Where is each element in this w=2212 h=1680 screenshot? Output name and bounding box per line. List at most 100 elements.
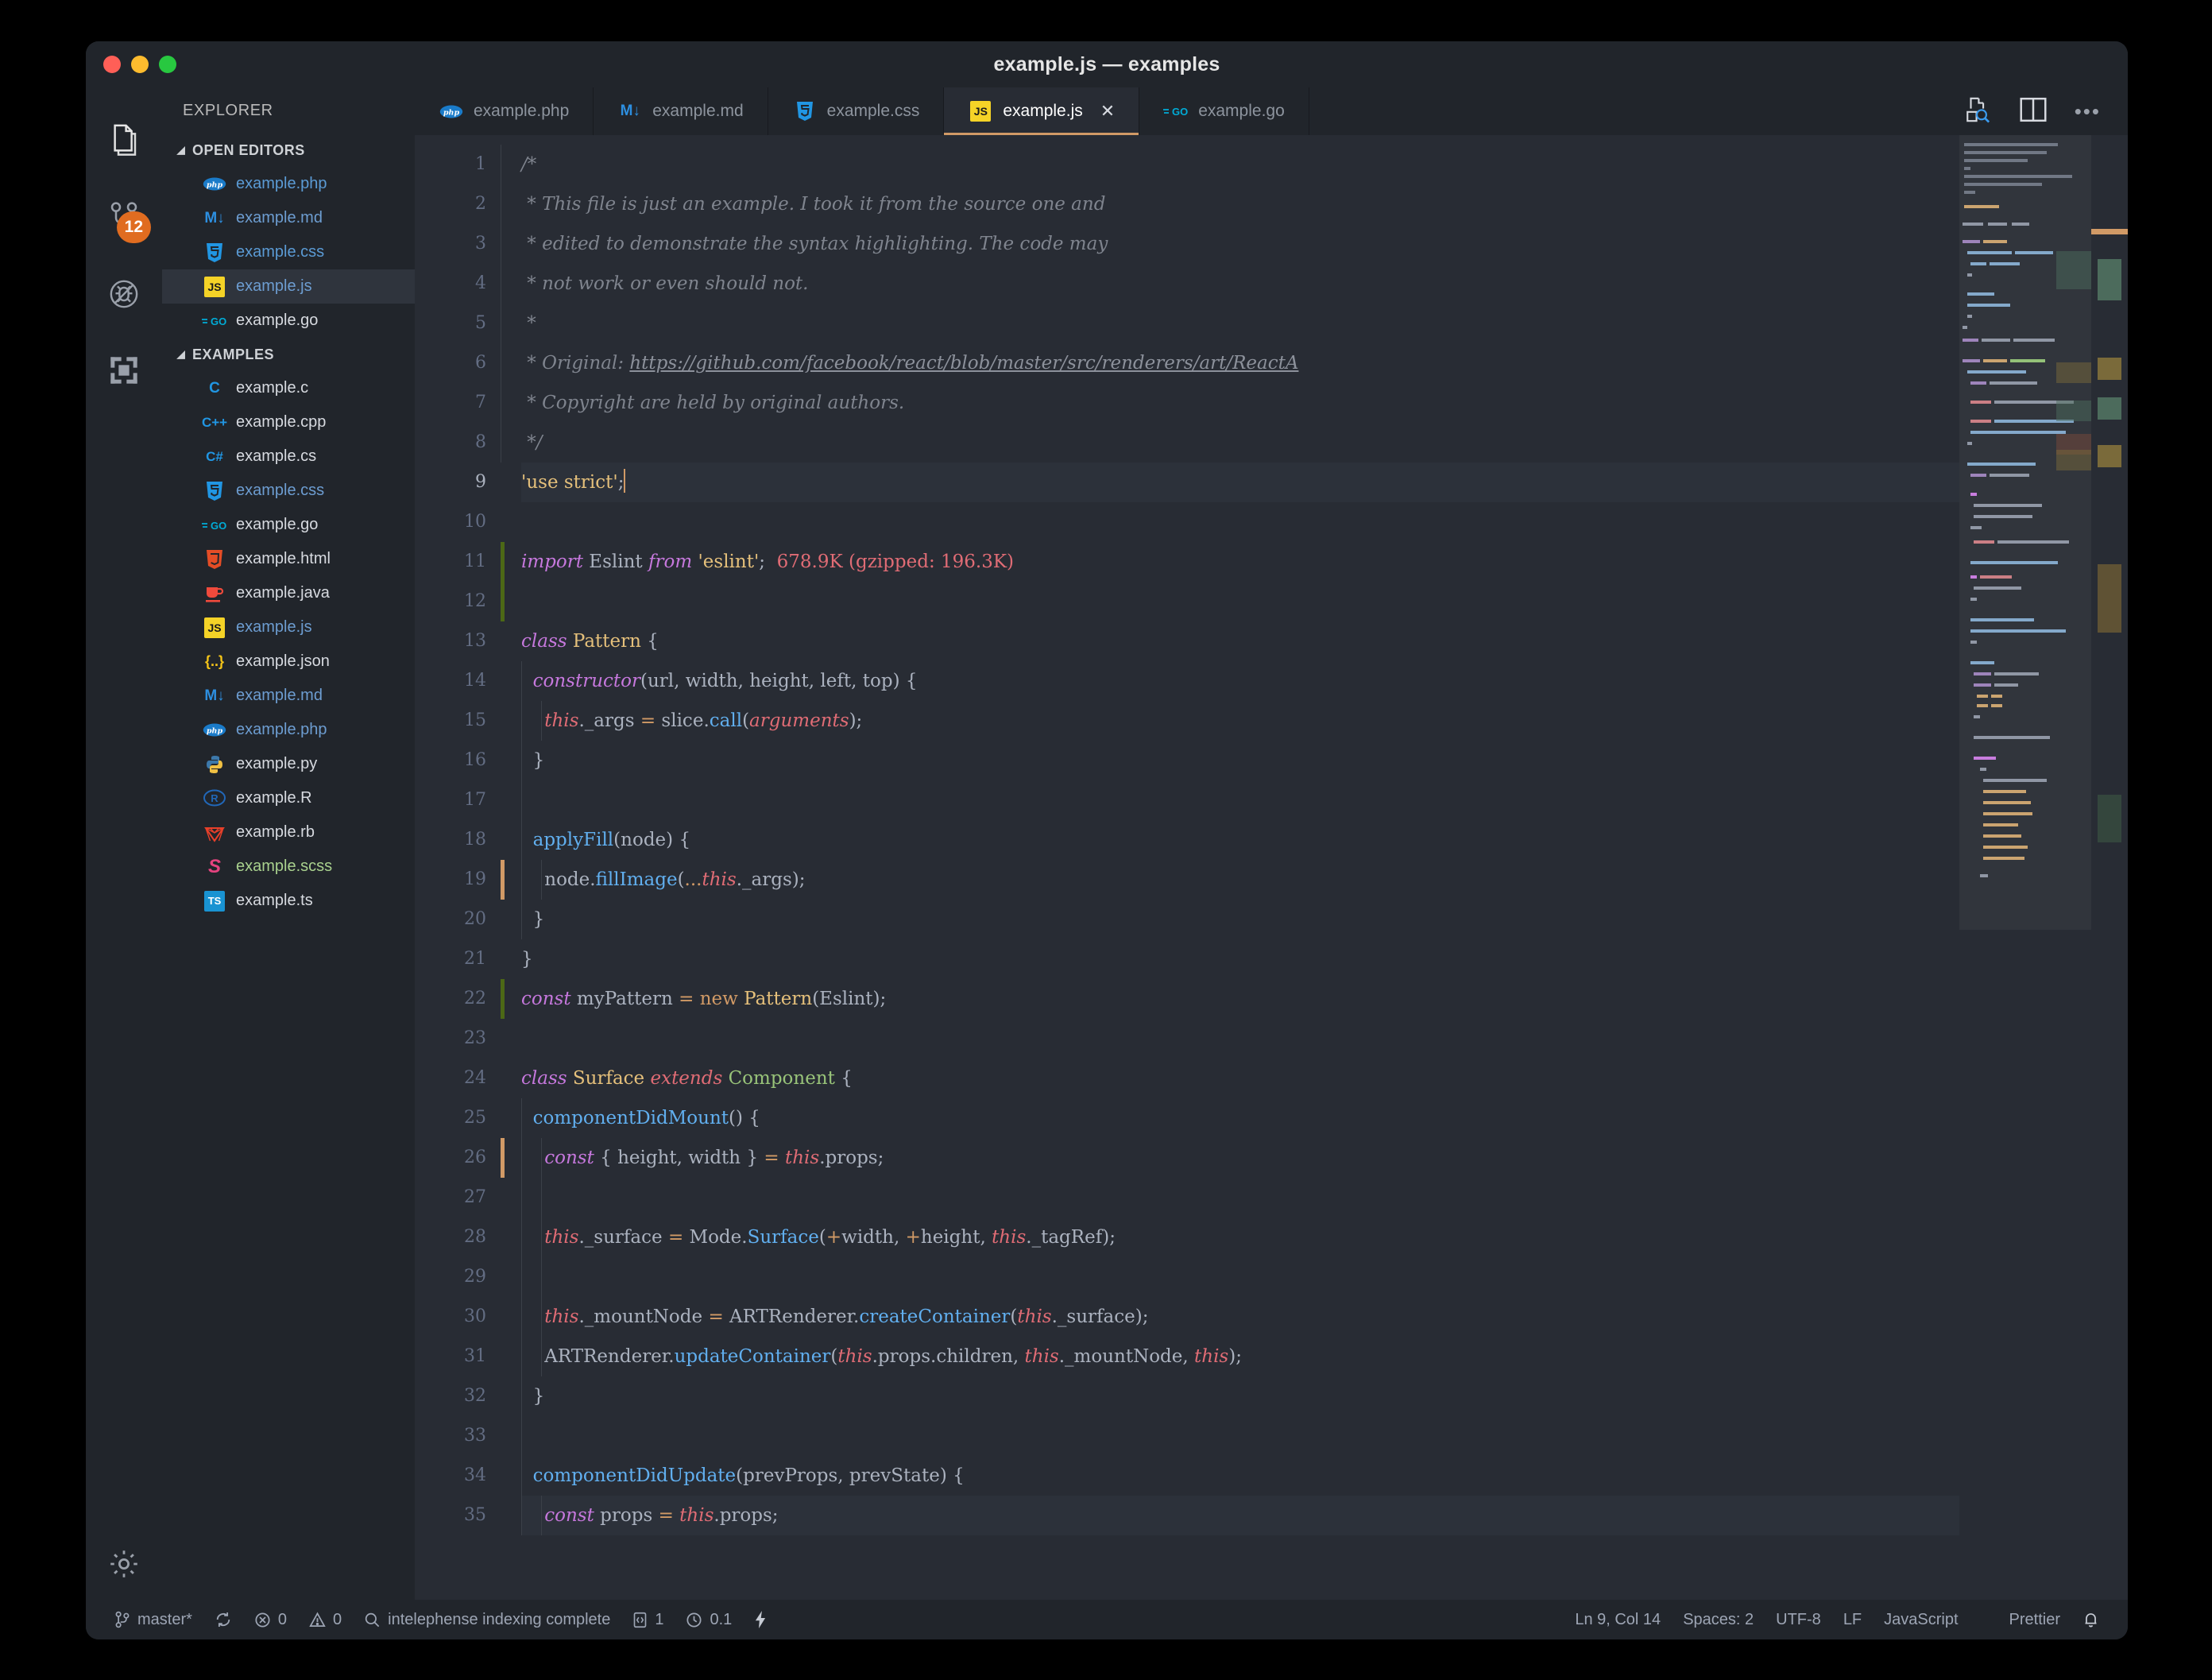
status-notifications[interactable] [2071,1611,2110,1628]
status-lightning[interactable] [743,1611,778,1628]
status-errors[interactable]: 0 [243,1611,298,1629]
tab-example-css[interactable]: example.css [768,87,945,135]
file-example-cs[interactable]: C# example.cs [162,439,415,474]
sidebar-item-run-and-debug[interactable] [86,256,162,332]
section-open-editors[interactable]: ◢ OPEN EDITORS [162,134,415,167]
code-editor[interactable]: 1 2 3 4 5 6 7 8 9 10 11 12 13 14 15 16 1 [415,135,2128,1600]
line-number: 26 [464,1148,486,1167]
file-label: example.php [236,175,327,192]
status-encoding[interactable]: UTF-8 [1765,1611,1832,1629]
svg-text:php: php [207,180,223,189]
sidebar-item-explorer[interactable] [86,103,162,180]
comment-link[interactable]: https://github.com/facebook/react/blob/m… [629,353,1298,374]
sidebar-item-extensions[interactable] [86,332,162,408]
editor-scrollbar[interactable] [2091,135,2128,1600]
file-label: example.cpp [236,413,327,431]
line-number: 24 [464,1068,486,1088]
line-number: 15 [464,710,486,730]
javascript-icon: JS [202,275,227,299]
tab-example-md[interactable]: M↓ example.md [594,87,768,135]
maximize-window-button[interactable] [159,56,176,73]
status-timer[interactable]: 0.1 [675,1611,743,1629]
code-line [501,582,2128,621]
tab-example-php[interactable]: php example.php [415,87,594,135]
file-example-html[interactable]: example.html [162,542,415,576]
file-example-cpp[interactable]: C++ example.cpp [162,405,415,439]
file-example-r[interactable]: R example.R [162,781,415,815]
file-label: example.rb [236,823,315,841]
editor-tab-bar: php example.php M↓ example.md example.cs… [415,87,2128,135]
source-control-icon [114,1611,130,1628]
status-eol[interactable]: LF [1832,1611,1873,1629]
overview-cursor-mark [2091,229,2128,234]
status-cursor-position[interactable]: Ln 9, Col 14 [1564,1611,1672,1629]
tab-label: example.css [826,102,920,120]
code-line-active: 'use strict'; [521,463,2128,502]
file-example-java[interactable]: example.java [162,576,415,610]
close-icon[interactable]: ✕ [1100,101,1115,122]
code-line: this._args = slice.call(arguments); [521,701,2128,741]
more-actions-button[interactable]: ••• [2075,99,2101,124]
file-example-rb[interactable]: example.rb [162,815,415,850]
line-number: 7 [475,393,486,412]
file-label: example.md [236,687,323,704]
bell-icon [2082,1611,2099,1628]
status-formatter[interactable]: Prettier [1998,1611,2071,1629]
javascript-icon: JS [202,616,227,640]
file-example-go[interactable]: GO example.go [162,508,415,542]
text-cursor [624,469,626,493]
file-example-py[interactable]: example.py [162,747,415,781]
manage-settings-button[interactable] [86,1547,162,1581]
open-editor-example-php[interactable]: php example.php [162,167,415,201]
tab-example-go[interactable]: GO example.go [1139,87,1309,135]
sidebar-item-source-control[interactable]: 12 [86,180,162,256]
open-editor-example-js[interactable]: JS example.js [162,269,415,304]
status-branch-label: master* [137,1610,192,1628]
code-line: * not work or even should not. [501,264,2128,304]
status-sync[interactable] [203,1611,243,1628]
close-window-button[interactable] [103,56,121,73]
window-title: example.js — examples [993,52,1220,75]
file-example-css[interactable]: example.css [162,474,415,508]
file-example-scss[interactable]: S example.scss [162,850,415,884]
file-example-json[interactable]: {..} example.json [162,645,415,679]
open-editor-example-css[interactable]: example.css [162,235,415,269]
file-example-ts[interactable]: TS example.ts [162,884,415,918]
source-control-badge: 12 [116,211,151,243]
section-examples[interactable]: ◢ EXAMPLES [162,338,415,371]
warning-icon [309,1612,326,1628]
open-editor-example-go[interactable]: GO example.go [162,304,415,338]
status-ports[interactable]: 1 [621,1611,675,1629]
minimize-window-button[interactable] [131,56,149,73]
code-line: const myPattern = new Pattern(Eslint); [501,979,2128,1019]
file-example-c[interactable]: C example.c [162,371,415,405]
line-number: 33 [464,1426,486,1446]
status-intelephense[interactable]: intelephense indexing complete [353,1611,621,1629]
status-language-mode[interactable]: JavaScript [1873,1611,1969,1629]
file-example-md[interactable]: M↓ example.md [162,679,415,713]
code-line [521,780,2128,820]
file-example-js[interactable]: JS example.js [162,610,415,645]
line-number: 28 [464,1227,486,1247]
file-example-php[interactable]: php example.php [162,713,415,747]
search-icon [364,1612,381,1628]
status-warnings-count: 0 [333,1610,342,1628]
code-line [521,1257,2128,1297]
open-editor-example-md[interactable]: M↓ example.md [162,201,415,235]
split-editor-button[interactable] [2019,97,2048,126]
tab-label: example.js [1003,102,1083,120]
code-content[interactable]: /* * This file is just an example. I too… [501,135,2128,1600]
status-warnings[interactable]: 0 [298,1611,353,1629]
editor-minimap[interactable] [1959,135,2091,1600]
code-line: const { height, width } = this.props; [501,1138,2128,1178]
status-indentation[interactable]: Spaces: 2 [1672,1611,1765,1629]
file-label: example.ts [236,892,313,909]
open-changes-button[interactable] [1963,96,1992,127]
code-line: * [501,304,2128,343]
tab-example-js[interactable]: JS example.js ✕ [944,87,1140,135]
status-bar: master* 0 0 intelephense indexing comple… [86,1600,2128,1639]
code-line: */ [501,423,2128,463]
error-icon [254,1612,271,1628]
status-branch[interactable]: master* [103,1611,203,1629]
go-icon: GO [202,309,227,333]
